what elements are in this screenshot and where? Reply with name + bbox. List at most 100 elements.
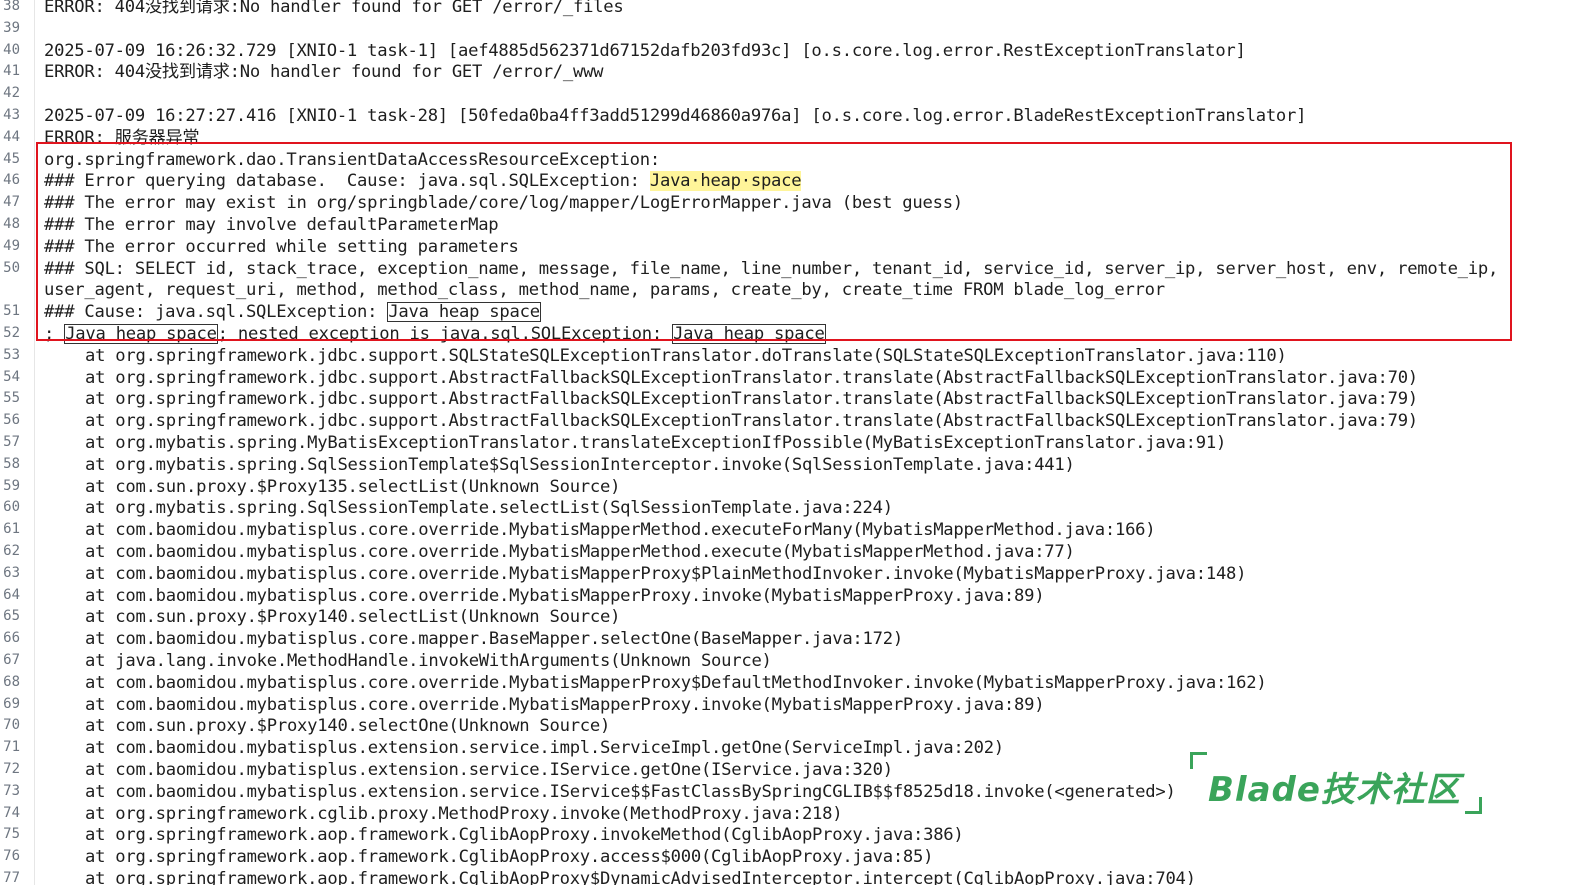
code-segment: at com.baomidou.mybatisplus.core.overrid… xyxy=(85,672,1267,693)
code-segment: ### The error may involve defaultParamet… xyxy=(44,215,499,235)
code-segment: at com.baomidou.mybatisplus.core.overrid… xyxy=(85,585,1045,606)
code-segment: ### SQL: SELECT id, stack_trace, excepti… xyxy=(44,258,1499,279)
code-line[interactable]: 57 at org.mybatis.spring.MyBatisException… xyxy=(0,432,1588,454)
code-line[interactable]: 77 at org.springframework.aop.framework.C… xyxy=(0,868,1588,885)
code-line[interactable]: 53 at org.springframework.jdbc.support.SQ… xyxy=(0,345,1588,367)
line-number: 76 xyxy=(3,848,20,865)
line-number: 53 xyxy=(3,346,20,363)
line-number: 48 xyxy=(3,216,20,232)
line-number: 63 xyxy=(3,564,20,581)
code-line[interactable]: 42 xyxy=(0,83,1588,105)
code-text: at org.springframework.jdbc.support.Abst… xyxy=(44,367,1418,389)
code-line[interactable]: 56 at org.springframework.jdbc.support.Ab… xyxy=(0,410,1588,432)
line-number: 71 xyxy=(3,739,20,756)
code-segment: at com.baomidou.mybatisplus.extension.se… xyxy=(85,781,1176,802)
code-segment: ### The error may exist in org/springbla… xyxy=(44,193,963,214)
code-text: at com.baomidou.mybatisplus.extension.se… xyxy=(44,737,1004,759)
line-number: 42 xyxy=(3,85,20,102)
code-line[interactable]: 50 ### SQL: SELECT id, stack_trace, excep… xyxy=(0,258,1588,280)
code-line[interactable]: 67 at java.lang.invoke.MethodHandle.invok… xyxy=(0,650,1588,672)
code-text: at com.sun.proxy.$Proxy140.selectList(Un… xyxy=(44,606,620,628)
code-line[interactable]: 58 at org.mybatis.spring.SqlSessionTempla… xyxy=(0,454,1588,476)
code-line[interactable]: 64 at com.baomidou.mybatisplus.core.overr… xyxy=(0,585,1588,607)
code-segment: 2025-07-09 16:26:32.729 [XNIO-1 task-1] … xyxy=(44,40,1246,61)
line-number: 49 xyxy=(3,237,20,254)
code-line[interactable]: 47 ### The error may exist in org/springb… xyxy=(0,192,1588,214)
line-number: 75 xyxy=(3,826,20,843)
code-line[interactable]: 54 at org.springframework.jdbc.support.Ab… xyxy=(0,367,1588,389)
code-line[interactable]: 66 at com.baomidou.mybatisplus.core.mappe… xyxy=(0,628,1588,650)
code-segment: at org.springframework.aop.framework.Cgl… xyxy=(85,825,964,846)
line-number: 43 xyxy=(3,107,20,123)
code-line[interactable]: 59 at com.sun.proxy.$Proxy135.selectList(… xyxy=(0,476,1588,498)
code-line[interactable]: 70 at com.sun.proxy.$Proxy140.selectOne(U… xyxy=(0,715,1588,737)
code-text: ### Cause: java.sql.SQLException: Java h… xyxy=(44,301,541,323)
code-line[interactable]: 51 ### Cause: java.sql.SQLException: Java… xyxy=(0,301,1588,323)
code-line[interactable]: 38 ERROR: 404没找到请求:No handler found for G… xyxy=(0,0,1588,18)
code-line[interactable]: 63 at com.baomidou.mybatisplus.core.overr… xyxy=(0,563,1588,585)
line-number: 57 xyxy=(3,434,20,450)
code-segment: at com.baomidou.mybatisplus.core.mapper.… xyxy=(85,629,903,650)
line-number: 73 xyxy=(3,782,20,799)
line-number: 77 xyxy=(3,870,20,885)
line-number: 54 xyxy=(3,368,20,385)
code-text: 2025-07-09 16:26:32.729 [XNIO-1 task-1] … xyxy=(44,40,1246,62)
code-segment: ; xyxy=(44,324,65,344)
code-line[interactable]: 40 2025-07-09 16:26:32.729 [XNIO-1 task-1… xyxy=(0,40,1588,62)
search-match: Java heap space xyxy=(64,324,218,344)
code-segment: at org.springframework.jdbc.support.Abst… xyxy=(85,389,1418,410)
code-line[interactable]: 44 ERROR: 服务器异常 xyxy=(0,127,1588,149)
code-text: at org.springframework.jdbc.support.Abst… xyxy=(44,410,1418,432)
code-line[interactable]: 76 at org.springframework.aop.framework.C… xyxy=(0,846,1588,868)
code-segment: ### Cause: java.sql.SQLException: xyxy=(44,302,388,323)
code-segment: at com.baomidou.mybatisplus.core.overrid… xyxy=(85,542,1075,562)
code-line[interactable]: 45 org.springframework.dao.TransientDataA… xyxy=(0,149,1588,171)
watermark-text: Blade技术社区 xyxy=(1208,770,1461,810)
code-segment: at org.mybatis.spring.SqlSessionTemplate… xyxy=(85,498,893,519)
line-number: 39 xyxy=(3,19,20,36)
line-number: 50 xyxy=(3,259,20,276)
text-editor[interactable]: 38 ERROR: 404没找到请求:No handler found for G… xyxy=(0,0,1588,885)
code-text: at com.sun.proxy.$Proxy140.selectOne(Unk… xyxy=(44,715,610,737)
code-text: at com.baomidou.mybatisplus.extension.se… xyxy=(44,759,893,781)
code-text: at org.mybatis.spring.MyBatisExceptionTr… xyxy=(44,432,1226,454)
code-line[interactable]: 62 at com.baomidou.mybatisplus.core.overr… xyxy=(0,541,1588,563)
code-line[interactable]: 43 2025-07-09 16:27:27.416 [XNIO-1 task-2… xyxy=(0,105,1588,127)
code-text: ERROR: 服务器异常 xyxy=(44,127,200,149)
search-match: Java heap space xyxy=(387,302,541,323)
code-text: at com.sun.proxy.$Proxy135.selectList(Un… xyxy=(44,476,620,498)
code-segment: at com.sun.proxy.$Proxy135.selectList(Un… xyxy=(85,476,621,497)
code-segment: at org.springframework.aop.framework.Cgl… xyxy=(85,869,1196,885)
code-line[interactable]: user_agent, request_uri, method, method_… xyxy=(0,279,1588,301)
code-segment: ; nested exception is java.sql.SQLExcept… xyxy=(217,324,673,344)
code-line[interactable]: 55 at org.springframework.jdbc.support.Ab… xyxy=(0,388,1588,410)
code-line[interactable]: 39 xyxy=(0,18,1588,40)
line-number: 72 xyxy=(3,761,20,777)
code-line[interactable]: 52; Java heap space; nested exception is… xyxy=(0,323,1588,345)
code-line[interactable]: 68 at com.baomidou.mybatisplus.core.overr… xyxy=(0,672,1588,694)
code-segment: ### The error occurred while setting par… xyxy=(44,236,519,257)
code-text: at com.baomidou.mybatisplus.core.overrid… xyxy=(44,694,1045,716)
code-line[interactable]: 60 at org.mybatis.spring.SqlSessionTempla… xyxy=(0,497,1588,519)
code-text: at org.springframework.aop.framework.Cgl… xyxy=(44,868,1196,885)
code-line[interactable]: 48 ### The error may involve defaultParam… xyxy=(0,214,1588,236)
line-number: 67 xyxy=(3,652,20,668)
code-text: ### The error occurred while setting par… xyxy=(44,236,519,258)
code-line[interactable]: 69 at com.baomidou.mybatisplus.core.overr… xyxy=(0,694,1588,716)
line-number: 70 xyxy=(3,717,20,734)
code-line[interactable]: 61 at com.baomidou.mybatisplus.core.overr… xyxy=(0,519,1588,541)
code-text: 2025-07-09 16:27:27.416 [XNIO-1 task-28]… xyxy=(44,105,1306,127)
line-number: 62 xyxy=(3,543,20,559)
code-line[interactable]: 75 at org.springframework.aop.framework.C… xyxy=(0,824,1588,846)
line-number: 59 xyxy=(3,477,20,494)
code-text: org.springframework.dao.TransientDataAcc… xyxy=(44,149,660,171)
code-line[interactable]: 46 ### Error querying database. Cause: ja… xyxy=(0,170,1588,192)
code-line[interactable]: 49 ### The error occurred while setting p… xyxy=(0,236,1588,258)
code-line[interactable]: 41 ERROR: 404没找到请求:No handler found for G… xyxy=(0,61,1588,83)
line-number: 40 xyxy=(3,41,20,58)
code-segment: at org.springframework.jdbc.support.SQLS… xyxy=(85,345,1287,366)
code-line[interactable]: 65 at com.sun.proxy.$Proxy140.selectList(… xyxy=(0,606,1588,628)
line-number: 61 xyxy=(3,521,20,538)
code-segment: at com.baomidou.mybatisplus.core.overrid… xyxy=(85,520,1156,541)
line-number: 65 xyxy=(3,608,20,625)
